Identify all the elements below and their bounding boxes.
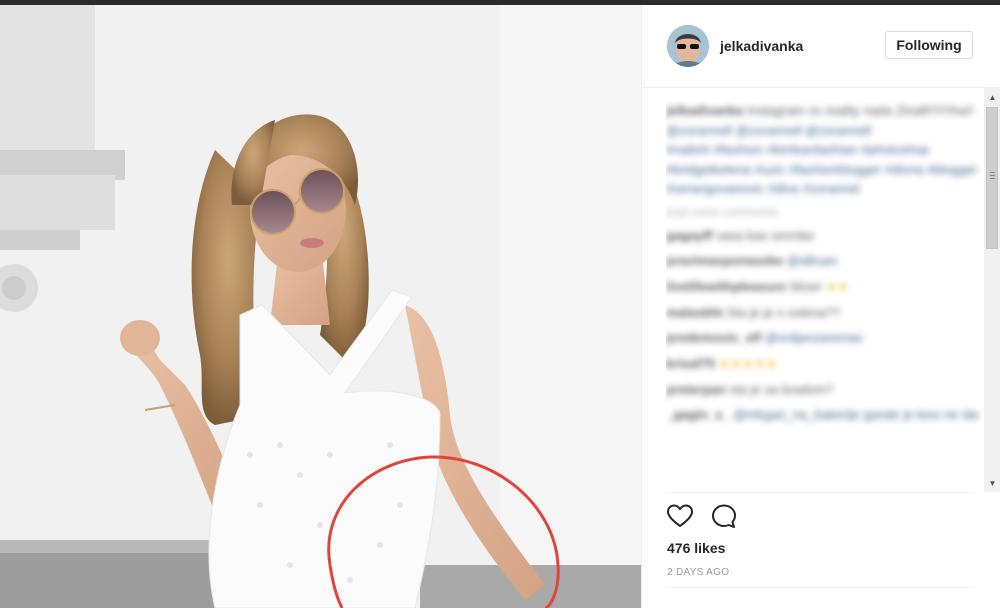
comment-username[interactable]: krisaf75 bbox=[666, 356, 715, 371]
comment-text: vasa kao smrnke bbox=[715, 227, 815, 243]
comment-emoji: ★★ bbox=[825, 278, 849, 294]
list-item: gagayff vasa kao smrnke bbox=[666, 223, 982, 249]
following-button[interactable]: Following bbox=[885, 31, 973, 59]
scroll-up-arrow-icon[interactable]: ▲ bbox=[984, 89, 1000, 106]
caption-mentions[interactable]: @zorannell @zorannell @zorannell bbox=[666, 123, 871, 138]
list-item: livelifewithpleasure Wow! ★★ bbox=[666, 274, 982, 300]
comment-text: sta je sa bradom? bbox=[729, 381, 833, 397]
divider bbox=[666, 492, 974, 493]
post-timestamp[interactable]: 2 DAYS AGO bbox=[667, 567, 729, 578]
avatar[interactable] bbox=[667, 25, 709, 67]
list-item: _gagin_s_ @mkgari_na_bakerije gande je k… bbox=[666, 402, 982, 428]
list-item: preterpan sta je sa bradom? bbox=[666, 377, 982, 403]
post-actions bbox=[666, 502, 766, 532]
list-item: krisaf75 ★★★★★ bbox=[666, 351, 982, 377]
load-more-comments[interactable]: load more comments bbox=[666, 205, 982, 223]
avatar-image bbox=[667, 25, 709, 67]
list-item: pravimasponaseke @alksan bbox=[666, 248, 982, 274]
list-item: malasbht Sta je je s ostima?? bbox=[666, 300, 982, 326]
photo-illustration bbox=[0, 5, 641, 608]
scrollbar-grip bbox=[990, 178, 995, 179]
post-username[interactable]: jelkadivanka bbox=[720, 38, 803, 54]
comment-mention[interactable]: @mkgari_na_bakerije gande je kesi ne ide bbox=[733, 407, 979, 422]
post-photo[interactable] bbox=[0, 5, 641, 608]
scrollbar-grip bbox=[990, 172, 995, 173]
comment-username[interactable]: _gagin_s_ bbox=[666, 407, 730, 422]
comment-username[interactable]: pravimasponaseke bbox=[666, 253, 783, 268]
comment-username[interactable]: malasbht bbox=[666, 305, 723, 320]
comments-list: jelkadivanka Instagram vs reality nada Z… bbox=[666, 101, 982, 489]
divider bbox=[666, 587, 974, 588]
comment-username[interactable]: preterpan bbox=[666, 382, 726, 397]
post-side-panel: jelkadivanka Following jelkadivanka Inst… bbox=[641, 5, 1000, 608]
post-caption: jelkadivanka Instagram vs reality nada Z… bbox=[666, 101, 982, 199]
scrollbar-grip bbox=[990, 175, 995, 176]
list-item: predemovic_elf @srdjanzaremac bbox=[666, 325, 982, 351]
likes-count[interactable]: 476 likes bbox=[667, 540, 725, 556]
comment-username[interactable]: predemovic_elf bbox=[666, 330, 761, 345]
caption-text: Instagram vs reality nada Zinall!!!!!!!h… bbox=[746, 103, 974, 118]
comment-text: Sta je je s ostima?? bbox=[726, 304, 841, 320]
comment-bubble-icon[interactable] bbox=[710, 502, 738, 530]
comment-username[interactable]: gagayff bbox=[666, 228, 712, 243]
comments-scrollbar[interactable]: ▲ ▼ bbox=[984, 87, 1000, 492]
caption-username[interactable]: jelkadivanka bbox=[666, 103, 743, 118]
comment-mention[interactable]: @srdjanzaremac bbox=[765, 330, 863, 345]
comment-text: Wow! bbox=[789, 278, 822, 294]
comment-mention[interactable]: @alksan bbox=[787, 253, 838, 268]
post-header: jelkadivanka Following bbox=[642, 5, 987, 88]
scroll-down-arrow-icon[interactable]: ▼ bbox=[984, 475, 1000, 492]
comment-username[interactable]: livelifewithpleasure bbox=[666, 279, 786, 294]
comment-emoji: ★★★★★ bbox=[718, 355, 778, 371]
heart-icon[interactable] bbox=[666, 502, 694, 530]
scrollbar-thumb[interactable] bbox=[986, 107, 998, 249]
caption-hashtags[interactable]: #nailshi #fashion #kimkardashian #photos… bbox=[666, 140, 982, 199]
